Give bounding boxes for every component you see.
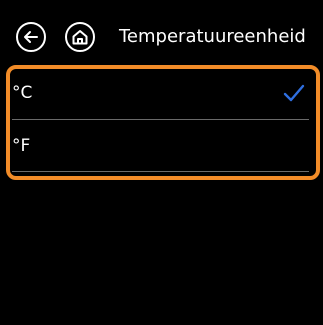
checkmark-icon: [283, 84, 305, 102]
option-celsius[interactable]: °C: [10, 67, 313, 119]
option-fahrenheit[interactable]: °F: [10, 120, 313, 172]
option-label-celsius: °C: [12, 83, 33, 103]
home-button[interactable]: [65, 22, 95, 52]
arrow-left-icon: [24, 31, 38, 43]
page-title: Temperatuureenheid: [119, 26, 306, 47]
header: Temperatuureenheid: [0, 0, 323, 66]
back-button[interactable]: [16, 22, 46, 52]
option-label-fahrenheit: °F: [12, 136, 31, 156]
screen: Temperatuureenheid °C °F: [0, 0, 323, 325]
divider: [12, 171, 309, 172]
home-icon: [72, 30, 88, 45]
